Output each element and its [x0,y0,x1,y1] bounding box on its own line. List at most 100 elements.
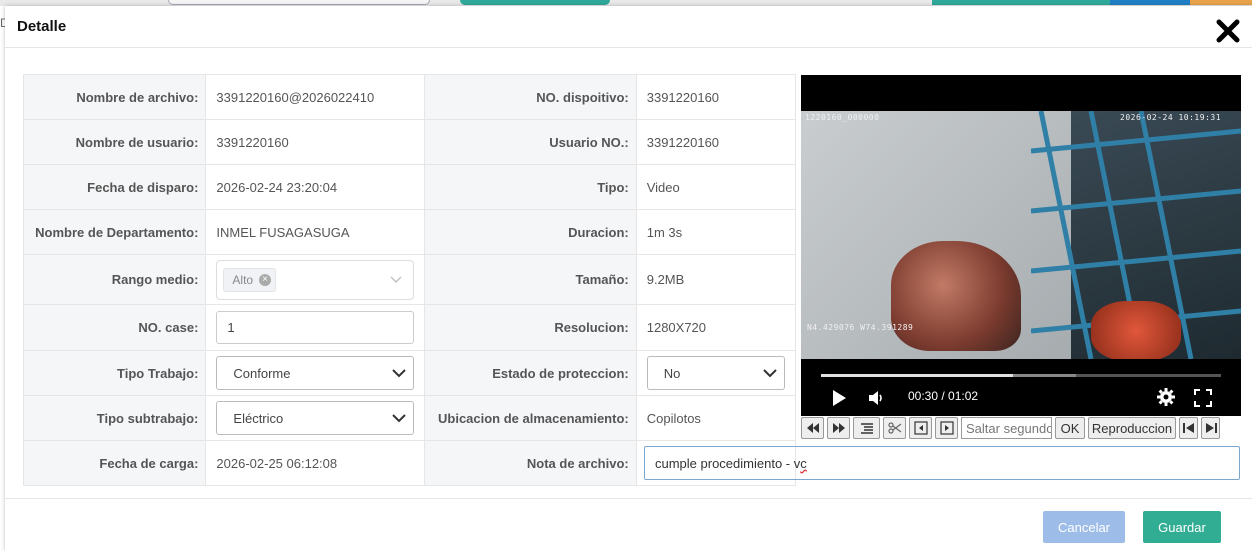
fullscreen-icon[interactable] [1194,389,1212,410]
fast-forward-icon[interactable] [827,417,850,439]
table-row: Rango medio: Alto × Tamaño: 9.2MB [22,254,797,305]
rewind-icon[interactable] [801,417,824,439]
detail-modal: Detalle Nombre de archivo: 3391220160@20… [5,6,1252,551]
field-label: Nombre de usuario: [22,119,207,165]
range-tag: Alto × [223,267,277,292]
protection-select[interactable]: No [646,356,785,390]
range-cell: Alto × [205,254,426,305]
table-row: Nombre de archivo: 3391220160@2026022410… [22,74,797,120]
field-label: Fecha de disparo: [22,164,207,210]
file-note-input[interactable]: cumple procedimiento - vc [644,446,1240,480]
table-row: Tipo subtrabajo: Eléctrico Ubicacion de … [22,395,797,441]
scissors-icon[interactable] [883,417,906,439]
video-toolbar: Saltar segundos OK Reproduccion [801,416,1245,440]
background-button [1110,0,1190,5]
subwork-type-selected: Eléctrico [233,410,284,426]
field-label: NO. case: [22,304,207,351]
note-text: cumple procedimiento - v [655,455,801,471]
video-scene-object [1091,301,1181,359]
work-type-cell: Conforme [205,350,426,396]
field-label: Nota de archivo: [424,440,637,486]
detail-table: Nombre de archivo: 3391220160@2026022410… [22,74,797,486]
user-name-value: 3391220160 [205,119,426,165]
file-name-value: 3391220160@2026022410 [205,74,426,120]
protection-cell: No [635,350,797,396]
video-osd-id: 1220160_000000 [805,113,880,122]
video-progress-bar[interactable] [821,374,1221,377]
tag-remove-icon[interactable]: × [259,273,272,286]
chevron-down-icon [392,369,406,378]
work-type-selected: Conforme [233,365,291,381]
play-icon[interactable] [831,389,847,410]
subwork-type-cell: Eléctrico [205,395,426,441]
table-row: Nombre de Departamento: INMEL FUSAGASUGA… [22,209,797,255]
note-text-misspelled: c [800,455,807,471]
type-value: Video [635,164,797,210]
field-label: Rango medio: [22,254,207,305]
work-type-select[interactable]: Conforme [216,356,415,390]
field-label: Ubicacion de almacenamiento: [424,395,637,441]
background-button [1190,0,1252,5]
protection-selected: No [663,365,681,381]
table-row: NO. case: 1 Resolucion: 1280X720 [22,304,797,351]
background-search-box [168,0,430,5]
background-button [460,0,610,5]
modal-footer: Cancelar Guardar [5,498,1252,551]
video-osd-timestamp: 2026-02-24 10:19:31 [1120,113,1222,122]
video-controls: 00:30 / 01:02 [801,359,1241,416]
field-label: Duracion: [424,209,637,255]
field-label: Fecha de carga: [22,440,207,486]
chevron-down-icon [390,276,402,283]
field-label: Tipo subtrabajo: [22,395,207,441]
field-label: Resolucion: [424,304,637,351]
chevron-down-icon [763,369,777,378]
duration-value: 1m 3s [635,209,797,255]
field-label: Tipo Trabajo: [22,350,207,396]
case-cell: 1 [205,304,426,351]
upload-date-value: 2026-02-25 06:12:08 [205,440,426,486]
size-value: 9.2MB [635,254,797,305]
modal-header: Detalle [5,6,1252,48]
skip-seconds-input[interactable]: Saltar segundos [961,417,1052,439]
range-multiselect[interactable]: Alto × [216,259,415,300]
subwork-type-select[interactable]: Eléctrico [216,401,415,435]
department-value: INMEL FUSAGASUGA [205,209,426,255]
table-row: Tipo Trabajo: Conforme Estado de protecc… [22,350,797,396]
storage-location-value: Copilotos [635,395,797,441]
chevron-down-icon [392,414,406,423]
save-button[interactable]: Guardar [1143,511,1221,543]
video-player[interactable]: 1220160_000000 2026-02-24 10:19:31 N4.42… [801,75,1241,416]
volume-icon[interactable] [867,388,887,411]
field-label: Usuario NO.: [424,119,637,165]
table-row: Nombre de usuario: 3391220160 Usuario NO… [22,119,797,165]
skip-end-icon[interactable] [1201,417,1220,439]
cancel-button[interactable]: Cancelar [1043,511,1125,543]
gear-icon[interactable] [1156,387,1176,410]
field-label: Nombre de Departamento: [22,209,207,255]
modal-title: Detalle [17,18,67,35]
prev-frame-icon[interactable] [909,417,932,439]
trigger-date-value: 2026-02-24 23:20:04 [205,164,426,210]
device-number-value: 3391220160 [635,74,797,120]
user-number-value: 3391220160 [635,119,797,165]
video-osd-coordinates: N4.429076 W74.391289 [807,323,914,332]
ok-button[interactable]: OK [1055,417,1085,439]
close-icon[interactable] [1215,18,1241,44]
video-scene-object [891,241,1021,351]
case-number-input[interactable]: 1 [216,311,415,344]
field-label: Tamaño: [424,254,637,305]
resolution-value: 1280X720 [635,304,797,351]
video-time-display: 00:30 / 01:02 [908,389,979,403]
field-label: NO. dispoitivo: [424,74,637,120]
video-played [821,374,1013,377]
list-icon[interactable] [853,417,880,439]
skip-start-icon[interactable] [1179,417,1198,439]
playback-speed-button[interactable]: Reproduccion [1088,417,1176,439]
table-row: Fecha de disparo: 2026-02-24 23:20:04 Ti… [22,164,797,210]
range-tag-label: Alto [232,272,254,287]
background-button [932,0,1110,5]
video-frame: 1220160_000000 2026-02-24 10:19:31 N4.42… [801,111,1241,359]
field-label: Tipo: [424,164,637,210]
next-frame-icon[interactable] [935,417,958,439]
field-label: Estado de proteccion: [424,350,637,396]
